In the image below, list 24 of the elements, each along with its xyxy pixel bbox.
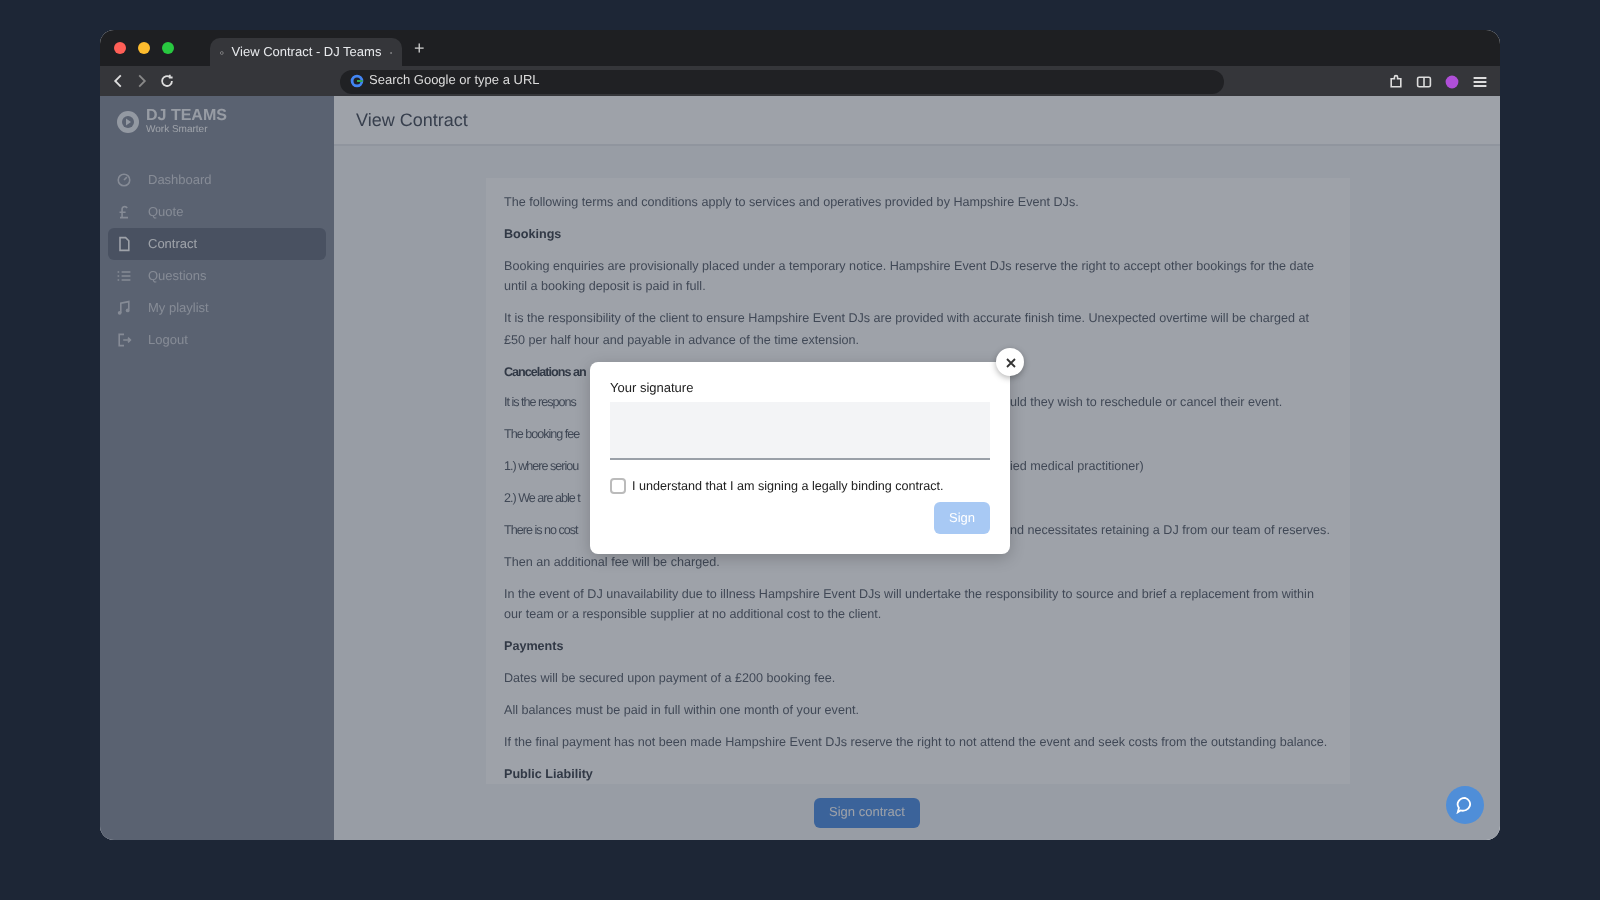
logout-icon <box>116 332 132 348</box>
document-icon <box>116 236 132 252</box>
music-note-icon <box>116 300 132 316</box>
pound-icon <box>116 204 132 220</box>
checkbox[interactable] <box>610 478 626 494</box>
signature-field[interactable] <box>610 402 990 460</box>
disc-logo-icon <box>116 110 140 134</box>
back-icon[interactable] <box>112 74 124 88</box>
close-window-button[interactable] <box>114 42 126 54</box>
puzzle-icon[interactable] <box>1388 73 1404 89</box>
page-title: View Contract <box>334 96 1500 146</box>
list-icon <box>116 268 132 284</box>
chat-bubble-icon <box>1456 796 1474 814</box>
reload-icon[interactable] <box>160 74 174 88</box>
profile-icon[interactable] <box>1444 73 1460 89</box>
menu-icon[interactable] <box>1472 73 1488 89</box>
google-icon <box>349 74 363 88</box>
new-tab-button[interactable]: + <box>414 38 425 58</box>
minimize-window-button[interactable] <box>138 42 150 54</box>
sidebar-icon[interactable] <box>1416 73 1432 89</box>
gauge-icon <box>116 172 132 188</box>
forward-icon[interactable] <box>136 74 148 88</box>
brand-name: DJ TEAMS <box>146 108 227 124</box>
maximize-window-button[interactable] <box>162 42 174 54</box>
